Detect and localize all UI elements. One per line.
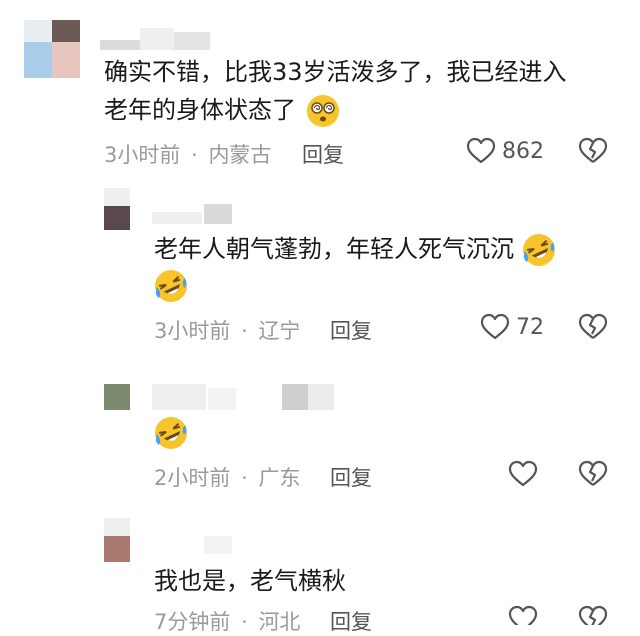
location: 辽宁 [258, 319, 301, 343]
meta-separator: · [241, 319, 248, 343]
location: 广东 [258, 466, 301, 490]
location: 内蒙古 [208, 143, 272, 167]
comment-text: 我也是，老气横秋 [154, 567, 346, 595]
reply-button[interactable]: 回复 [330, 315, 372, 345]
meta-separator: · [241, 466, 248, 490]
avatar[interactable] [104, 518, 130, 562]
broken-heart-icon [578, 460, 608, 488]
broken-heart-icon [578, 137, 608, 165]
avatar[interactable] [104, 384, 130, 410]
comment-meta: 2小时前 · 广东 [154, 462, 300, 492]
like-count: 862 [502, 138, 544, 164]
rolling-on-floor-laughing-icon [154, 416, 188, 450]
like-count: 72 [516, 314, 544, 340]
heart-icon [508, 605, 538, 625]
dizzy-face-icon [306, 94, 340, 128]
dislike-button[interactable] [578, 460, 608, 488]
rolling-on-floor-laughing-icon [154, 269, 188, 303]
avatar[interactable] [24, 20, 80, 78]
comment-meta: 3小时前 · 内蒙古 [104, 139, 271, 169]
like-button[interactable] [508, 605, 538, 625]
comment-meta: 3小时前 · 辽宁 [154, 315, 300, 345]
timestamp: 7分钟前 [154, 610, 231, 634]
meta-separator: · [241, 610, 248, 634]
broken-heart-icon [578, 605, 608, 625]
meta-separator: · [191, 143, 198, 167]
username-blurred[interactable] [100, 28, 210, 50]
timestamp: 3小时前 [154, 319, 231, 343]
username-blurred[interactable] [204, 536, 232, 554]
like-button[interactable]: 862 [466, 137, 544, 165]
reply-button[interactable]: 回复 [330, 462, 372, 492]
dislike-button[interactable] [578, 313, 608, 341]
comment-text: 确实不错，比我33岁活泼多了，我已经进入 [104, 58, 567, 86]
username-blurred[interactable] [152, 204, 232, 224]
reply-button[interactable]: 回复 [330, 606, 372, 636]
like-button[interactable]: 72 [480, 313, 544, 341]
heart-icon [480, 313, 510, 341]
username-blurred[interactable] [152, 384, 334, 410]
heart-icon [466, 137, 496, 165]
comment-text [154, 413, 188, 451]
dislike-button[interactable] [578, 137, 608, 165]
rolling-on-floor-laughing-icon [522, 233, 556, 267]
comment-meta: 7分钟前 · 河北 [154, 606, 300, 636]
reply-button[interactable]: 回复 [302, 139, 344, 169]
comment-text-continuation [154, 266, 188, 304]
avatar[interactable] [104, 188, 130, 230]
location: 河北 [258, 610, 301, 634]
comment-text: 老年人朝气蓬勃，年轻人死气沉沉 [154, 230, 556, 268]
timestamp: 3小时前 [104, 143, 181, 167]
dislike-button[interactable] [578, 605, 608, 625]
broken-heart-icon [578, 313, 608, 341]
heart-icon [508, 460, 538, 488]
like-button[interactable] [508, 460, 538, 488]
comment-text: 老年的身体状态了 [104, 91, 340, 129]
timestamp: 2小时前 [154, 466, 231, 490]
